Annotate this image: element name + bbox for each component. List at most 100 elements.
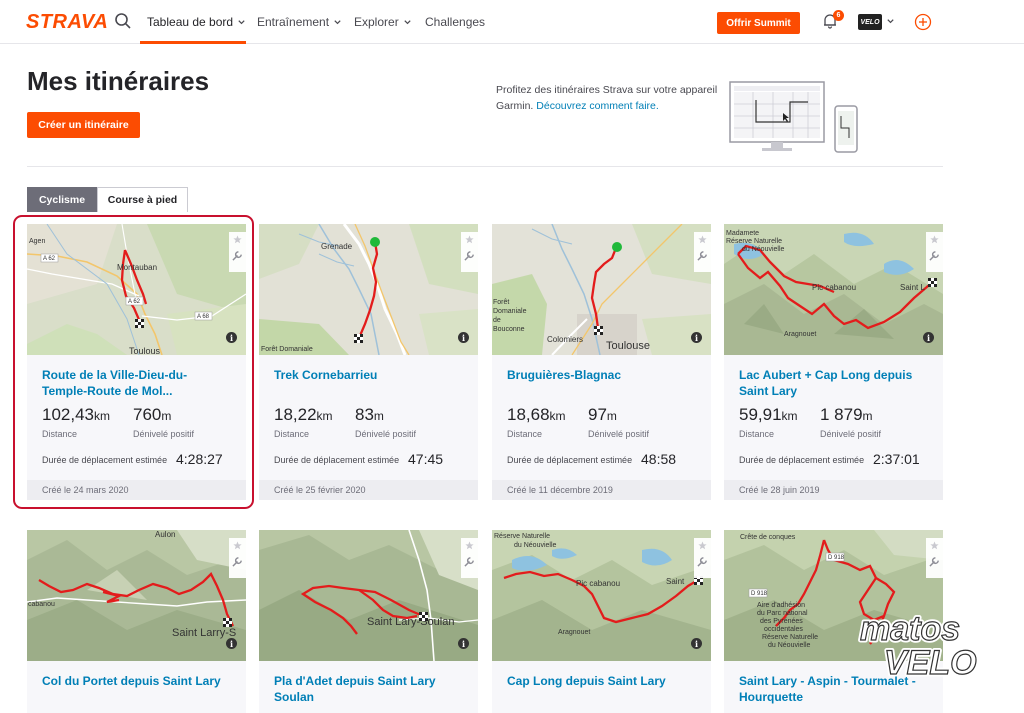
nav-dashboard-label: Tableau de bord <box>147 15 234 29</box>
svg-text:matos: matos <box>860 610 960 648</box>
svg-text:des Pyrénées: des Pyrénées <box>760 618 803 625</box>
svg-text:Saint: Saint <box>666 577 685 586</box>
route-title[interactable]: Bruguières-Blagnac <box>507 367 697 383</box>
created-date: Créé le 28 juin 2019 <box>724 480 943 500</box>
info-icon[interactable]: i <box>226 638 237 649</box>
map-side-controls <box>461 538 478 578</box>
page-title: Mes itinéraires <box>27 66 210 96</box>
distance-unit: km <box>781 409 798 423</box>
star-icon[interactable] <box>698 235 707 244</box>
header-divider <box>27 166 943 167</box>
duration-value: 2:37:01 <box>873 451 920 467</box>
info-icon[interactable]: i <box>691 638 702 649</box>
route-distance: 18,68km <box>507 405 566 425</box>
nav-explore-label: Explorer <box>354 15 399 29</box>
distance-value: 59,91 <box>739 405 782 424</box>
star-icon[interactable] <box>930 235 939 244</box>
route-map[interactable]: Réserve Naturelle du Néouvielle Pic caba… <box>492 530 711 661</box>
elevation-value: 1 879 <box>820 405 863 424</box>
nav-explore[interactable]: Explorer <box>354 15 412 29</box>
create-route-button[interactable]: Créer un itinéraire <box>27 112 140 138</box>
map-side-controls <box>229 538 246 578</box>
duration-value: 47:45 <box>408 451 444 467</box>
svg-text:Aire d'adhésion: Aire d'adhésion <box>757 602 805 609</box>
distance-unit: km <box>549 409 566 423</box>
elevation-label: Dénivelé positif <box>588 429 650 439</box>
star-icon[interactable] <box>233 541 242 550</box>
nav-dashboard[interactable]: Tableau de bord <box>147 15 246 29</box>
strava-logo[interactable]: STRAVA <box>26 11 108 34</box>
star-icon[interactable] <box>698 541 707 550</box>
tab-running[interactable]: Course à pied <box>97 187 188 212</box>
svg-text:cabanou: cabanou <box>28 601 55 608</box>
avatar[interactable]: VELO <box>858 14 882 30</box>
map-side-controls <box>694 538 711 578</box>
search-icon[interactable] <box>114 12 132 30</box>
star-icon[interactable] <box>465 541 474 550</box>
info-icon[interactable]: i <box>923 332 934 343</box>
add-circle-icon[interactable] <box>914 13 932 31</box>
wrench-icon[interactable] <box>697 250 708 261</box>
map-side-controls <box>461 232 478 272</box>
wrench-icon[interactable] <box>929 556 940 567</box>
svg-text:occidentales: occidentales <box>764 626 803 633</box>
info-icon[interactable]: i <box>458 332 469 343</box>
route-map[interactable]: Forêt Domaniale de Bouconne Colomiers To… <box>492 224 711 355</box>
info-icon[interactable]: i <box>458 638 469 649</box>
svg-text:Crête de conques: Crête de conques <box>740 534 796 541</box>
elevation-unit: m <box>606 409 617 423</box>
route-card[interactable]: Madamete Réserve Naturelle du Néouvielle… <box>724 224 943 500</box>
promo-link[interactable]: Découvrez comment faire. <box>536 100 659 112</box>
distance-value: 18,68 <box>507 405 550 424</box>
route-elevation: 1 879m <box>820 405 873 425</box>
route-map[interactable]: Madamete Réserve Naturelle du Néouvielle… <box>724 224 943 355</box>
active-nav-underline <box>140 41 246 44</box>
svg-text:du Néouvielle: du Néouvielle <box>514 542 557 549</box>
svg-text:Colomiers: Colomiers <box>547 335 583 344</box>
route-card[interactable]: Saint Lary-Soulan i Pla d'Adet depuis Sa… <box>259 530 478 713</box>
distance-value: 18,22 <box>274 405 317 424</box>
wrench-icon[interactable] <box>464 250 475 261</box>
route-map[interactable]: Aulon cabanou Saint Larry-S i <box>27 530 246 661</box>
duration-label: Durée de déplacement estimée <box>274 455 400 465</box>
route-card[interactable]: Grenade Forêt Domaniale i Trek Cornebarr… <box>259 224 478 500</box>
duration-label: Durée de déplacement estimée <box>507 455 633 465</box>
wrench-icon[interactable] <box>464 556 475 567</box>
route-card[interactable]: Aulon cabanou Saint Larry-S i Col du Por… <box>27 530 246 713</box>
svg-text:Forêt Domaniale: Forêt Domaniale <box>261 346 313 353</box>
svg-text:D 918: D 918 <box>828 555 845 561</box>
device-illustration <box>729 81 858 153</box>
nav-training[interactable]: Entraînement <box>257 15 342 29</box>
route-map[interactable]: Grenade Forêt Domaniale i <box>259 224 478 355</box>
route-title[interactable]: Cap Long depuis Saint Lary <box>507 673 697 689</box>
map-side-controls <box>926 232 943 272</box>
notification-badge: 6 <box>833 10 844 21</box>
nav-training-label: Entraînement <box>257 15 330 29</box>
nav-challenges-label: Challenges <box>425 15 486 29</box>
wrench-icon[interactable] <box>929 250 940 261</box>
wrench-icon[interactable] <box>697 556 708 567</box>
route-card[interactable]: Réserve Naturelle du Néouvielle Pic caba… <box>492 530 711 713</box>
svg-text:du Parc national: du Parc national <box>757 610 808 617</box>
star-icon[interactable] <box>465 235 474 244</box>
elevation-label: Dénivelé positif <box>355 429 417 439</box>
star-icon[interactable] <box>930 541 939 550</box>
created-date: Créé le 25 février 2020 <box>259 480 478 500</box>
nav-challenges[interactable]: Challenges <box>425 15 485 29</box>
route-title[interactable]: Pla d'Adet depuis Saint Lary Soulan <box>274 673 464 705</box>
distance-unit: km <box>316 409 333 423</box>
info-icon[interactable]: i <box>691 332 702 343</box>
wrench-icon[interactable] <box>232 556 243 567</box>
route-map[interactable]: Saint Lary-Soulan i <box>259 530 478 661</box>
chevron-down-icon <box>334 19 341 24</box>
route-title[interactable]: Trek Cornebarrieu <box>274 367 464 383</box>
svg-text:Réserve Naturelle: Réserve Naturelle <box>494 533 550 540</box>
route-card[interactable]: Forêt Domaniale de Bouconne Colomiers To… <box>492 224 711 500</box>
chevron-down-icon[interactable] <box>886 17 895 26</box>
svg-text:VELO: VELO <box>884 644 977 680</box>
route-elevation: 97m <box>588 405 617 425</box>
offer-summit-button[interactable]: Offrir Summit <box>717 12 800 34</box>
tab-cycling[interactable]: Cyclisme <box>27 187 97 212</box>
route-title[interactable]: Lac Aubert + Cap Long depuis Saint Lary <box>739 367 929 399</box>
route-title[interactable]: Col du Portet depuis Saint Lary <box>42 673 232 689</box>
